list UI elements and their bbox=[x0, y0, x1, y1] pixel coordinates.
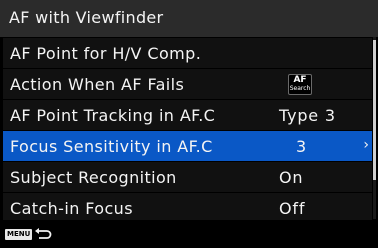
af-search-icon: AF Search bbox=[288, 74, 312, 95]
af-search-icon-top: AF bbox=[293, 75, 307, 85]
back-arrow-icon bbox=[35, 228, 52, 239]
af-search-icon-bottom: Search bbox=[289, 85, 311, 92]
menu-item-label: AF Point Tracking in AF.C bbox=[10, 106, 216, 125]
menu-back-button[interactable]: MENU bbox=[5, 227, 52, 241]
menu-item-value: Off bbox=[279, 199, 306, 218]
menu-key-label: MENU bbox=[5, 228, 33, 240]
menu-item-subject-recognition[interactable]: Subject Recognition On bbox=[3, 162, 372, 192]
menu-item-label: Focus Sensitivity in AF.C bbox=[10, 137, 213, 156]
camera-menu-screen: AF with Viewfinder AF Point for H/V Comp… bbox=[0, 0, 378, 248]
menu-item-action-when-af-fails[interactable]: Action When AF Fails AF Search bbox=[3, 69, 372, 99]
title-bar: AF with Viewfinder bbox=[0, 0, 378, 37]
menu-item-focus-sensitivity[interactable]: Focus Sensitivity in AF.C 3 › bbox=[3, 131, 372, 161]
menu-item-catch-in-focus[interactable]: Catch-in Focus Off bbox=[3, 193, 372, 223]
page-title: AF with Viewfinder bbox=[9, 8, 164, 27]
menu-item-value: 3 bbox=[296, 137, 307, 156]
menu-item-value: Type 3 bbox=[279, 106, 336, 125]
menu-item-label: Subject Recognition bbox=[10, 168, 177, 187]
menu-item-label: Action When AF Fails bbox=[10, 75, 185, 94]
footer: MENU bbox=[0, 220, 378, 248]
menu-item-label: AF Point for H/V Comp. bbox=[10, 44, 202, 63]
menu-item-value: On bbox=[279, 168, 304, 187]
menu-item-af-point-hv-comp[interactable]: AF Point for H/V Comp. bbox=[3, 38, 372, 68]
scrollbar-thumb[interactable] bbox=[373, 40, 376, 180]
menu-item-af-point-tracking[interactable]: AF Point Tracking in AF.C Type 3 bbox=[3, 100, 372, 130]
menu-item-label: Catch-in Focus bbox=[10, 199, 133, 218]
chevron-right-icon: › bbox=[363, 137, 369, 153]
